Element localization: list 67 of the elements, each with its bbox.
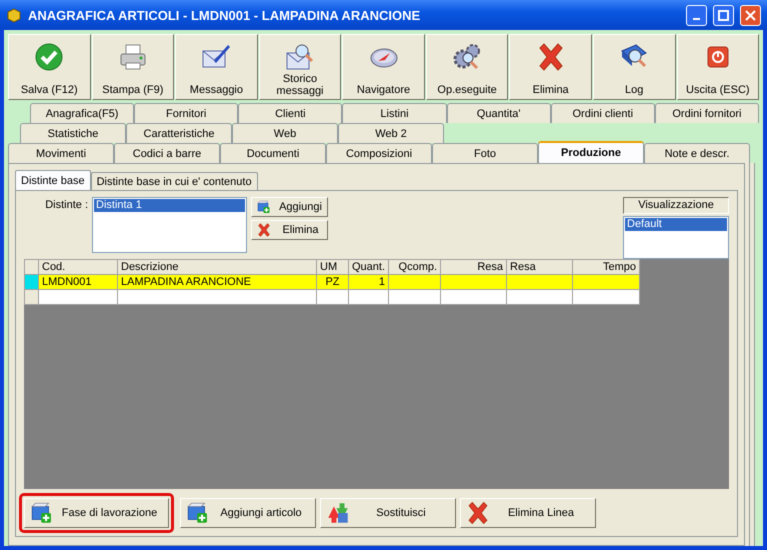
column-header[interactable]: Resa <box>506 260 573 274</box>
tab[interactable]: Composizioni <box>326 143 432 163</box>
box-plus-icon <box>256 199 272 215</box>
window-title: ANAGRAFICA ARTICOLI - LMDN001 - LAMPADINA ARANCIONE <box>28 8 422 22</box>
column-header[interactable]: UM <box>316 260 348 274</box>
grid-row[interactable]: LMDN001 LAMPADINA ARANCIONE PZ 1 <box>24 274 640 290</box>
column-header[interactable]: Descrizione <box>118 260 316 274</box>
tab[interactable]: Caratteristiche <box>126 123 232 143</box>
tab[interactable]: Anagrafica(F5) <box>30 103 134 123</box>
tab[interactable]: Produzione <box>538 141 644 163</box>
toolbar-button[interactable]: Messaggio <box>175 34 258 100</box>
close-icon <box>745 10 756 20</box>
maximize-icon <box>718 10 729 20</box>
tab[interactable]: Statistiche <box>20 123 126 143</box>
list-action-button[interactable]: Aggiungi <box>251 197 328 217</box>
table-cell: LMDN001 <box>38 274 118 290</box>
distinte-label: Distinte : <box>44 198 88 213</box>
checkmark-icon <box>33 41 66 73</box>
table-cell: 1 <box>348 274 389 290</box>
tab[interactable]: Note e descr. <box>644 143 750 163</box>
minimize-icon <box>693 18 700 20</box>
tab[interactable]: Web 2 <box>338 123 444 143</box>
toolbar-button[interactable]: Salva (F12) <box>8 34 91 100</box>
action-button[interactable]: Aggiungi articolo <box>180 498 316 528</box>
list-item[interactable]: Default <box>625 218 727 231</box>
tab[interactable]: Fornitori <box>134 103 238 123</box>
toolbar-button[interactable]: Stampa (F9) <box>92 34 174 100</box>
tab[interactable]: Distinte base <box>15 170 91 190</box>
tab[interactable]: Foto <box>432 143 538 163</box>
tab[interactable]: Codici a barre <box>114 143 220 163</box>
tab[interactable]: Web <box>232 123 338 143</box>
maximize-button[interactable] <box>713 4 734 26</box>
toolbar-button[interactable]: Elimina <box>509 34 592 100</box>
table-cell: LAMPADINA ARANCIONE <box>118 274 316 290</box>
toolbar-button[interactable]: Log <box>592 34 676 100</box>
app-cube-icon <box>6 7 22 23</box>
distinte-list[interactable]: Distinta 1 <box>92 197 247 253</box>
list-action-button[interactable]: Elimina <box>251 220 328 240</box>
action-button[interactable]: Fase di lavorazione <box>24 498 169 528</box>
tab[interactable]: Ordini clienti <box>550 103 655 123</box>
toolbar-button[interactable]: Navigatore <box>342 34 425 100</box>
toolbar-button[interactable]: Op.eseguite <box>426 34 508 100</box>
tab[interactable]: Distinte base in cui e' contenuto <box>90 172 258 190</box>
toolbar-button[interactable]: Storico messaggi <box>258 34 342 100</box>
table-cell: PZ <box>316 274 348 290</box>
column-header[interactable]: Cod. <box>38 260 118 274</box>
tab[interactable]: Ordini fornitori <box>654 103 759 123</box>
minimize-button[interactable] <box>686 4 707 26</box>
column-header[interactable]: Qcomp. <box>388 260 441 274</box>
column-header[interactable]: Resa <box>440 260 507 274</box>
column-header[interactable]: Tempo <box>572 260 640 274</box>
toolbar-button[interactable]: Uscita (ESC) <box>676 34 760 100</box>
tab[interactable]: Documenti <box>220 143 326 163</box>
action-button[interactable]: Elimina Linea <box>460 498 596 528</box>
close-button[interactable] <box>740 4 761 26</box>
column-header[interactable]: Quant. <box>348 260 389 274</box>
action-button[interactable]: Sostituisci <box>320 498 456 528</box>
grid-row[interactable] <box>24 290 640 304</box>
tab[interactable]: Clienti <box>238 103 342 123</box>
list-item[interactable]: Distinta 1 <box>94 199 245 212</box>
view-list[interactable]: Default <box>623 216 729 259</box>
tab[interactable]: Movimenti <box>8 143 114 163</box>
x-mark-icon <box>256 222 272 238</box>
row-header <box>24 260 38 274</box>
visualizzazione-header: Visualizzazione <box>623 197 729 214</box>
tab[interactable]: Quantita' <box>446 103 551 123</box>
tab[interactable]: Listini <box>342 103 447 123</box>
